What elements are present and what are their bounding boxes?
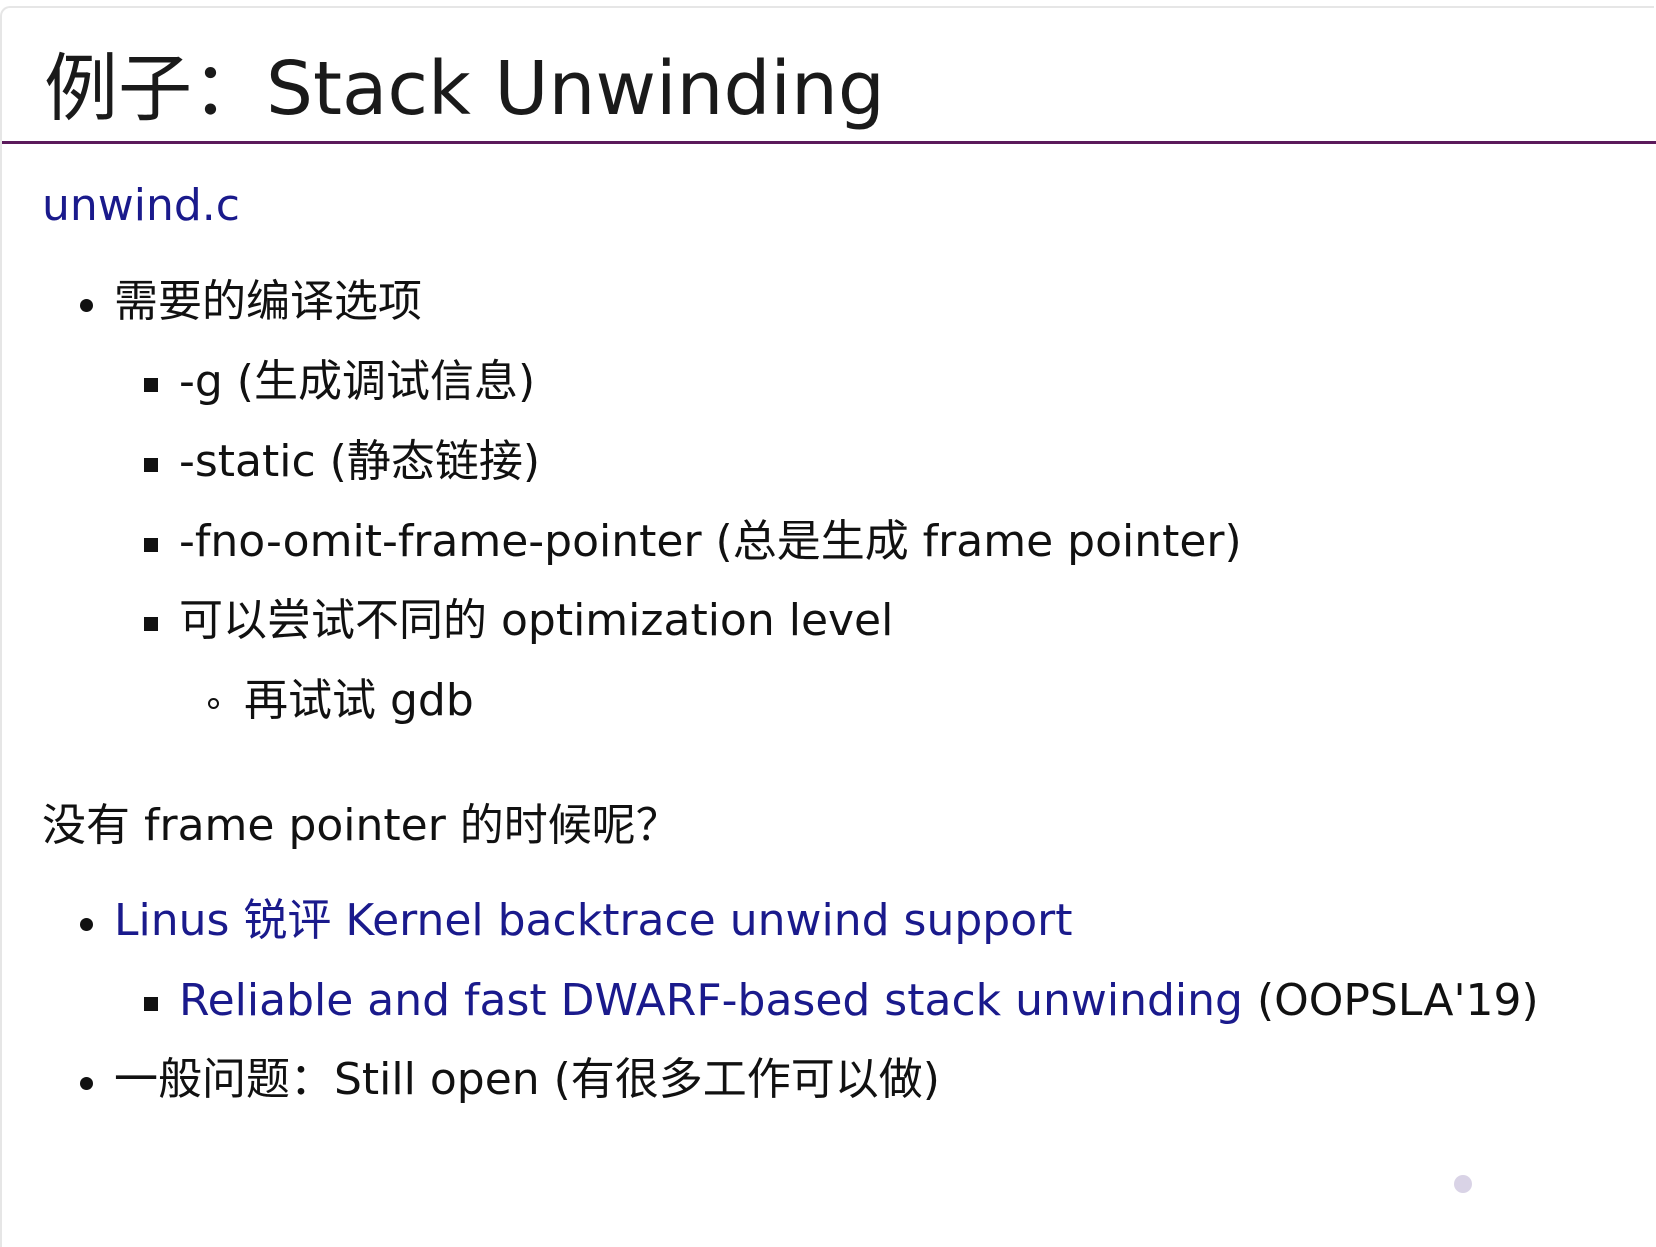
compile-options-heading: 需要的编译选项 [114, 276, 422, 327]
list-bullet [144, 378, 158, 392]
general-problem-item: 一般问题：Still open (有很多工作可以做) [114, 1054, 940, 1105]
dwarf-paper-link[interactable]: Reliable and fast DWARF-based stack unwi… [179, 975, 1243, 1026]
list-bullet [80, 918, 93, 931]
linus-kernel-link[interactable]: Linus 锐评 Kernel backtrace unwind support [114, 893, 1072, 949]
paper-reference: Reliable and fast DWARF-based stack unwi… [179, 973, 1539, 1029]
title-bar: 例子：Stack Unwinding [2, 8, 1656, 144]
list-bullet [144, 997, 158, 1011]
list-bullet [144, 617, 158, 631]
paper-venue: (OOPSLA'19) [1242, 975, 1539, 1026]
list-bullet [80, 299, 93, 312]
option-frame-pointer: -fno-omit-frame-pointer (总是生成 frame poin… [179, 516, 1242, 567]
unwind-c-link[interactable]: unwind.c [42, 178, 240, 234]
corner-indicator [1454, 1175, 1472, 1193]
slide: 例子：Stack Unwinding unwind.c 需要的编译选项 -g (… [0, 6, 1656, 1247]
list-bullet [80, 1077, 93, 1090]
list-bullet [144, 538, 158, 552]
slide-title: 例子：Stack Unwinding [44, 46, 885, 132]
no-frame-pointer-question: 没有 frame pointer 的时候呢？ [42, 800, 680, 851]
option-debug-info: -g (生成调试信息) [179, 356, 536, 407]
option-static: -static (静态链接) [179, 436, 541, 487]
list-bullet [144, 458, 158, 472]
option-optimization-level: 可以尝试不同的 optimization level [179, 595, 894, 646]
try-gdb-item: 再试试 gdb [244, 675, 474, 726]
list-bullet [208, 698, 219, 709]
